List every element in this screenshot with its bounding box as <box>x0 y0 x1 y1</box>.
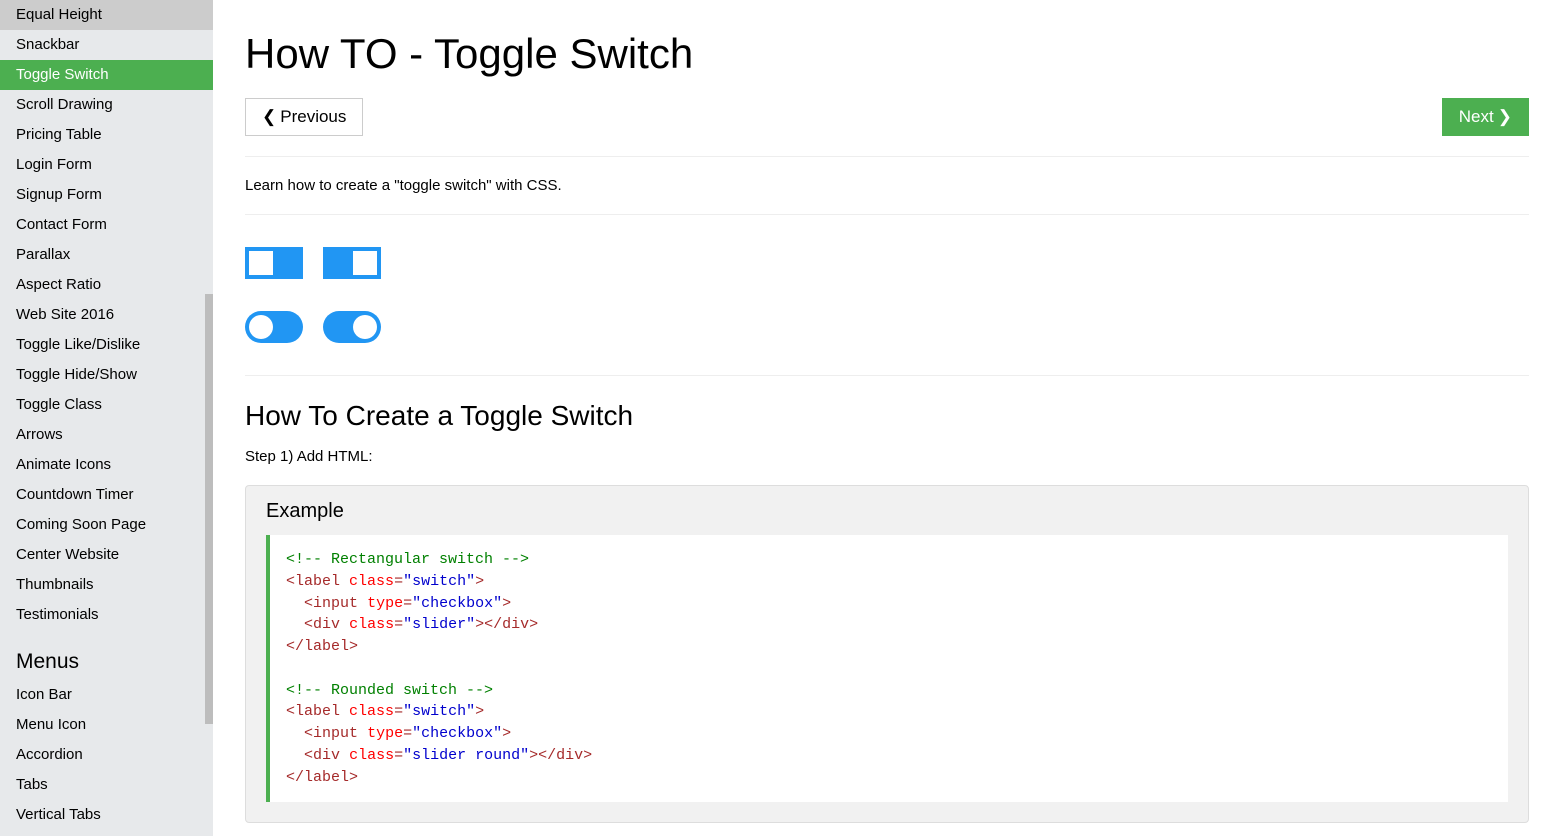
sidebar-item[interactable]: Toggle Class <box>0 390 213 420</box>
sidebar-item[interactable]: Countdown Timer <box>0 480 213 510</box>
previous-button[interactable]: ❮ Previous <box>245 98 363 136</box>
sidebar-item[interactable]: Contact Form <box>0 210 213 240</box>
intro-text: Learn how to create a "toggle switch" wi… <box>245 177 1529 194</box>
divider <box>245 214 1529 215</box>
example-title: Example <box>266 500 1508 523</box>
switch-demo-row-round <box>245 311 1529 343</box>
sidebar-item[interactable]: Icon Bar <box>0 680 213 710</box>
sidebar-item[interactable]: Equal Height <box>0 0 213 30</box>
toggle-switch-round-off[interactable] <box>245 311 303 343</box>
sidebar-item[interactable]: Thumbnails <box>0 570 213 600</box>
sidebar-item[interactable]: Web Site 2016 <box>0 300 213 330</box>
sidebar-item[interactable]: Toggle Switch <box>0 60 213 90</box>
example-box: Example <!-- Rectangular switch --> <lab… <box>245 485 1529 823</box>
code-block: <!-- Rectangular switch --> <label class… <box>266 535 1508 802</box>
toggle-switch-square-on[interactable] <box>323 247 381 279</box>
toggle-switch-square-off[interactable] <box>245 247 303 279</box>
sidebar-item[interactable]: Login Form <box>0 150 213 180</box>
sidebar-item[interactable]: Vertical Tabs <box>0 800 213 830</box>
sidebar-item[interactable]: Pricing Table <box>0 120 213 150</box>
sidebar-item[interactable]: Animate Icons <box>0 450 213 480</box>
nav-buttons: ❮ Previous Next ❯ <box>245 98 1529 136</box>
sidebar-item[interactable]: Scroll Drawing <box>0 90 213 120</box>
step-1-text: Step 1) Add HTML: <box>245 448 1529 465</box>
sidebar-item[interactable]: Arrows <box>0 420 213 450</box>
sidebar-item[interactable]: Parallax <box>0 240 213 270</box>
sidebar: Equal HeightSnackbarToggle SwitchScroll … <box>0 0 213 836</box>
sidebar-item[interactable]: Testimonials <box>0 600 213 630</box>
chevron-right-icon: ❯ <box>1498 107 1512 127</box>
previous-label: Previous <box>280 107 346 127</box>
switch-demo-row-square <box>245 247 1529 279</box>
sidebar-heading-menus: Menus <box>0 630 213 680</box>
divider <box>245 375 1529 376</box>
sidebar-item[interactable]: Toggle Hide/Show <box>0 360 213 390</box>
next-button[interactable]: Next ❯ <box>1442 98 1529 136</box>
sidebar-item[interactable]: Menu Icon <box>0 710 213 740</box>
sidebar-item[interactable]: Toggle Like/Dislike <box>0 330 213 360</box>
sidebar-item[interactable]: Coming Soon Page <box>0 510 213 540</box>
sidebar-item[interactable]: Snackbar <box>0 30 213 60</box>
sidebar-item[interactable]: Center Website <box>0 540 213 570</box>
main-content: How TO - Toggle Switch ❮ Previous Next ❯… <box>213 0 1565 836</box>
toggle-switch-round-on[interactable] <box>323 311 381 343</box>
sidebar-item[interactable]: Accordion <box>0 740 213 770</box>
sidebar-item[interactable]: Tabs <box>0 770 213 800</box>
sidebar-item[interactable]: Tab Headers <box>0 830 213 836</box>
sidebar-item[interactable]: Signup Form <box>0 180 213 210</box>
sidebar-item[interactable]: Aspect Ratio <box>0 270 213 300</box>
divider <box>245 156 1529 157</box>
next-label: Next <box>1459 107 1494 127</box>
page-title: How TO - Toggle Switch <box>245 30 1529 78</box>
section-subtitle: How To Create a Toggle Switch <box>245 400 1529 432</box>
chevron-left-icon: ❮ <box>262 107 276 127</box>
